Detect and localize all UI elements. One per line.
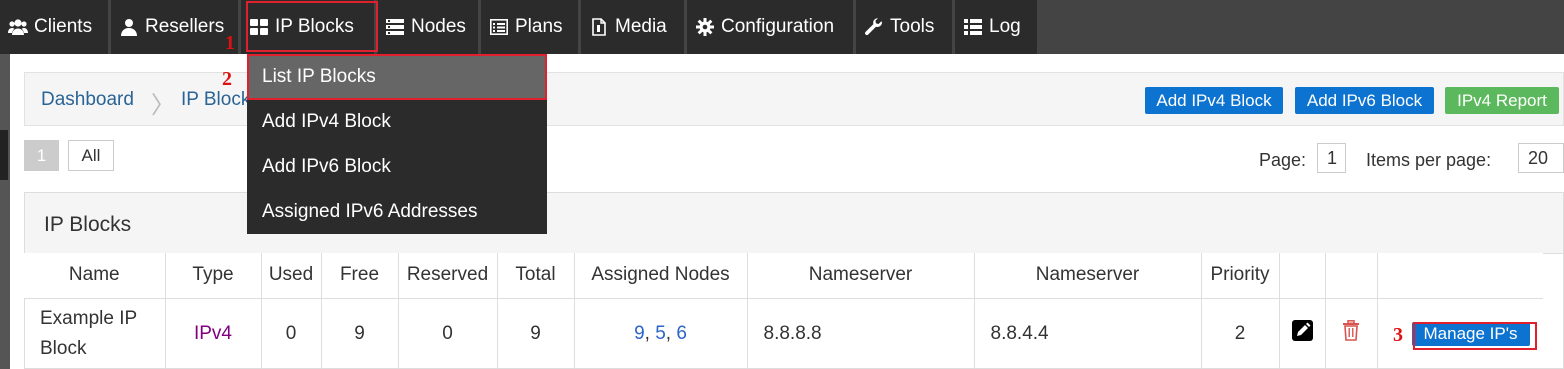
col-type: Type: [165, 253, 262, 299]
nav-nodes-label: Nodes: [411, 16, 466, 37]
panel-title: IP Blocks: [44, 213, 132, 236]
items-per-page-label: Items per page:: [1366, 150, 1492, 170]
edit-icon[interactable]: [1291, 320, 1313, 342]
col-delete: [1325, 253, 1378, 299]
table-row: Example IP Block IPv4 0 9 0 9 9, 5, 6 8.…: [24, 298, 1543, 369]
items-per-page-select[interactable]: 20: [1518, 143, 1564, 173]
table-header-row: Name Type Used Free Reserved Total Assig…: [24, 253, 1543, 299]
node-link[interactable]: 9: [634, 323, 645, 344]
cell-name: Example IP Block: [24, 298, 166, 369]
col-used: Used: [261, 253, 322, 299]
block-name-line1: Example IP: [40, 307, 138, 329]
trash-icon[interactable]: [1342, 320, 1360, 342]
user-icon: [119, 17, 139, 37]
breadcrumb-separator: 〉: [151, 92, 175, 119]
cell-edit: [1279, 298, 1326, 369]
col-total: Total: [497, 253, 575, 299]
cell-free: 9: [321, 298, 399, 369]
col-assigned-nodes: Assigned Nodes: [574, 253, 748, 299]
nav-log[interactable]: Log: [955, 0, 1037, 54]
menu-add-ipv6-block[interactable]: Add IPv6 Block: [247, 144, 547, 189]
nav-plans[interactable]: Plans: [481, 0, 578, 54]
step-number-1: 1: [225, 32, 235, 54]
left-sidebar-edge: [0, 54, 10, 369]
cell-nameserver-1: 8.8.8.8: [747, 298, 975, 369]
col-nameserver-1: Nameserver: [747, 253, 975, 299]
cell-type: IPv4: [165, 298, 262, 369]
nav-media-label: Media: [615, 16, 667, 37]
highlight-box-manage-ips: [1413, 322, 1537, 350]
cell-nameserver-2: 8.8.4.4: [974, 298, 1202, 369]
nav-media[interactable]: Media: [581, 0, 684, 54]
nav-clients-label: Clients: [34, 16, 93, 37]
gear-icon: [695, 17, 715, 37]
ip-blocks-table: Name Type Used Free Reserved Total Assig…: [24, 253, 1543, 369]
page-all-button[interactable]: All: [68, 140, 114, 171]
page-1-button[interactable]: 1: [24, 140, 59, 171]
cell-total: 9: [497, 298, 575, 369]
nav-tools-label: Tools: [890, 16, 935, 37]
wrench-icon: [864, 17, 884, 37]
step-number-3: 3: [1393, 324, 1403, 346]
breadcrumb-dashboard[interactable]: Dashboard: [41, 89, 134, 111]
ipv4-report-button[interactable]: IPv4 Report: [1445, 87, 1559, 114]
cell-reserved: 0: [398, 298, 498, 369]
nav-clients[interactable]: Clients: [0, 0, 108, 54]
list-icon: [963, 17, 983, 37]
nav-resellers[interactable]: Resellers: [111, 0, 238, 54]
nav-configuration-label: Configuration: [721, 16, 835, 37]
left-sidebar-edge-dark: [0, 130, 8, 180]
nav-plans-label: Plans: [515, 16, 563, 37]
col-reserved: Reserved: [398, 253, 498, 299]
col-edit: [1279, 253, 1326, 299]
col-nameserver-2: Nameserver: [974, 253, 1202, 299]
menu-assigned-ipv6-addresses[interactable]: Assigned IPv6 Addresses: [247, 189, 547, 234]
server-icon: [385, 17, 405, 37]
users-icon: [8, 17, 28, 37]
list-alt-icon: [489, 17, 509, 37]
node-link[interactable]: 5: [655, 323, 666, 344]
cell-delete: [1325, 298, 1378, 369]
block-name-line2: Block: [40, 337, 87, 359]
cell-priority: 2: [1201, 298, 1280, 369]
nav-nodes[interactable]: Nodes: [377, 0, 478, 54]
highlight-box-list-ip-blocks: [247, 54, 547, 100]
page-label: Page:: [1259, 150, 1307, 170]
add-ipv6-block-button[interactable]: Add IPv6 Block: [1295, 87, 1434, 114]
col-priority: Priority: [1201, 253, 1280, 299]
col-name: Name: [24, 253, 166, 299]
col-manage: [1377, 253, 1543, 299]
file-icon: [589, 17, 609, 37]
add-ipv4-block-button[interactable]: Add IPv4 Block: [1145, 87, 1283, 114]
highlight-box-ip-blocks: [246, 1, 378, 52]
col-free: Free: [321, 253, 399, 299]
nav-log-label: Log: [989, 16, 1021, 37]
cell-used: 0: [261, 298, 322, 369]
nav-configuration[interactable]: Configuration: [687, 0, 853, 54]
cell-assigned-nodes: 9, 5, 6: [574, 298, 748, 369]
node-link[interactable]: 6: [676, 323, 687, 344]
page-number-input[interactable]: 1: [1317, 143, 1346, 173]
step-number-2: 2: [222, 68, 232, 90]
nav-tools[interactable]: Tools: [856, 0, 952, 54]
menu-add-ipv4-block[interactable]: Add IPv4 Block: [247, 99, 547, 144]
nav-resellers-label: Resellers: [145, 16, 225, 37]
